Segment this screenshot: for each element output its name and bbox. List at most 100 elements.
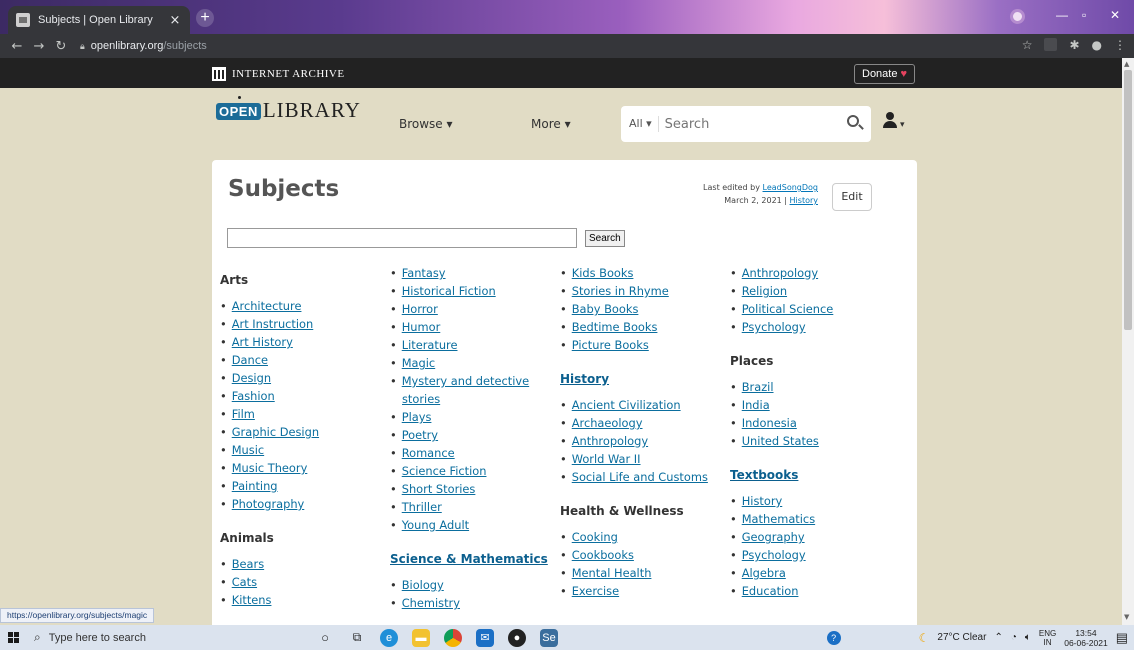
subject-link[interactable]: Algebra xyxy=(742,566,786,580)
subject-link[interactable]: Biology xyxy=(402,578,444,592)
subject-link[interactable]: Education xyxy=(742,584,799,598)
subject-link[interactable]: Stories in Rhyme xyxy=(572,284,669,298)
weather-text[interactable]: 27°C Clear xyxy=(937,632,986,643)
subject-link[interactable]: United States xyxy=(742,434,819,448)
subject-link[interactable]: Literature xyxy=(402,338,458,352)
taskbar-search[interactable]: ⌕ Type here to search xyxy=(26,625,286,650)
section-heading[interactable]: Textbooks xyxy=(730,468,833,482)
browse-menu[interactable]: Browse ▾ xyxy=(399,117,453,131)
chrome-icon[interactable] xyxy=(444,628,462,647)
subject-link[interactable]: Painting xyxy=(232,479,278,493)
section-heading[interactable]: History xyxy=(560,372,708,386)
subject-link[interactable]: History xyxy=(742,494,783,508)
search-input[interactable] xyxy=(658,116,839,132)
subject-link[interactable]: Brazil xyxy=(742,380,774,394)
subject-link[interactable]: Film xyxy=(232,407,255,421)
forward-icon[interactable]: → xyxy=(28,39,50,54)
subject-link[interactable]: Dance xyxy=(232,353,268,367)
subject-link[interactable]: Picture Books xyxy=(572,338,649,352)
section-heading[interactable]: Science & Mathematics xyxy=(390,552,548,566)
subject-link[interactable]: India xyxy=(742,398,770,412)
search-scope-select[interactable]: All ▾ xyxy=(621,116,659,132)
back-icon[interactable]: ← xyxy=(6,39,28,54)
subject-link[interactable]: Magic xyxy=(402,356,435,370)
open-library-logo[interactable]: OPEN LIBRARY xyxy=(216,96,361,121)
subject-link[interactable]: Science Fiction xyxy=(402,464,487,478)
subject-link[interactable]: Psychology xyxy=(742,320,806,334)
file-explorer-icon[interactable]: ▬ xyxy=(412,628,430,647)
edit-button[interactable]: Edit xyxy=(832,183,872,211)
subject-link[interactable]: Music Theory xyxy=(232,461,308,475)
subject-link[interactable]: Kids Books xyxy=(572,266,634,280)
browser-menu-icon[interactable]: ⋮ xyxy=(1114,38,1126,52)
subject-link[interactable]: Chemistry xyxy=(402,596,460,610)
language-indicator[interactable]: ENG IN xyxy=(1039,629,1056,647)
subject-link[interactable]: Fantasy xyxy=(402,266,446,280)
network-icon[interactable]: ◔ xyxy=(1011,632,1017,643)
subject-link[interactable]: Social Life and Customs xyxy=(572,470,708,484)
subject-link[interactable]: Thriller xyxy=(402,500,442,514)
subject-link[interactable]: Anthropology xyxy=(572,434,648,448)
scroll-down-icon[interactable]: ▼ xyxy=(1124,613,1129,621)
subject-link[interactable]: World War II xyxy=(572,452,641,466)
edge-icon[interactable]: e xyxy=(380,628,398,647)
cortana-icon[interactable]: ○ xyxy=(316,629,334,647)
subject-link[interactable]: Psychology xyxy=(742,548,806,562)
extension-avatar-icon[interactable]: ● xyxy=(1092,38,1102,52)
history-link[interactable]: History xyxy=(790,196,818,205)
subject-link[interactable]: Bedtime Books xyxy=(572,320,658,334)
subject-link[interactable]: Political Science xyxy=(742,302,834,316)
subject-link[interactable]: Short Stories xyxy=(402,482,476,496)
task-view-icon[interactable]: ⧉ xyxy=(348,629,366,647)
selenium-icon[interactable]: Se xyxy=(540,628,558,647)
subject-link[interactable]: Plays xyxy=(402,410,432,424)
subject-link[interactable]: Historical Fiction xyxy=(402,284,496,298)
subject-link[interactable]: Bears xyxy=(232,557,264,571)
subject-link[interactable]: Mathematics xyxy=(742,512,815,526)
more-menu[interactable]: More ▾ xyxy=(531,117,571,131)
page-scrollbar[interactable]: ▲ ▼ xyxy=(1122,58,1134,625)
subject-link[interactable]: Architecture xyxy=(232,299,302,313)
new-tab-button[interactable]: + xyxy=(196,9,214,27)
subject-search-button[interactable]: Search xyxy=(585,230,625,247)
subject-link[interactable]: Baby Books xyxy=(572,302,639,316)
subject-link[interactable]: Indonesia xyxy=(742,416,797,430)
subject-link[interactable]: Music xyxy=(232,443,264,457)
subject-link[interactable]: Photography xyxy=(232,497,305,511)
subject-search-input[interactable] xyxy=(227,228,577,248)
notification-icon[interactable]: ▤ xyxy=(1116,630,1128,646)
subject-link[interactable]: Cooking xyxy=(572,530,618,544)
app-circle-icon[interactable]: ● xyxy=(508,628,526,647)
subject-link[interactable]: Cats xyxy=(232,575,257,589)
donate-button[interactable]: Donate ♥ xyxy=(854,64,916,84)
window-close-icon[interactable]: ✕ xyxy=(1110,8,1120,22)
subject-link[interactable]: Design xyxy=(232,371,271,385)
bookmark-star-icon[interactable]: ☆ xyxy=(1022,38,1033,52)
subject-link[interactable]: Art Instruction xyxy=(232,317,314,331)
subject-link[interactable]: Geography xyxy=(742,530,805,544)
subject-link[interactable]: Romance xyxy=(402,446,455,460)
extension-icon[interactable] xyxy=(1044,38,1058,51)
extensions-puzzle-icon[interactable]: ✱ xyxy=(1069,38,1079,52)
subject-link[interactable]: Anthropology xyxy=(742,266,818,280)
subject-link[interactable]: Cookbooks xyxy=(572,548,634,562)
subject-link[interactable]: Fashion xyxy=(232,389,275,403)
subject-link[interactable]: Humor xyxy=(402,320,441,334)
browser-tab[interactable]: Subjects | Open Library × xyxy=(8,6,190,34)
subject-link[interactable]: Religion xyxy=(742,284,787,298)
help-icon[interactable]: ? xyxy=(826,630,841,645)
search-icon[interactable] xyxy=(847,115,859,127)
maximize-icon[interactable]: ▫ xyxy=(1082,8,1086,22)
subject-link[interactable]: stories xyxy=(402,392,440,406)
scroll-up-icon[interactable]: ▲ xyxy=(1124,60,1129,68)
windows-start-icon[interactable] xyxy=(0,632,26,643)
edited-by-link[interactable]: LeadSongDog xyxy=(763,183,818,192)
tray-chevron-icon[interactable]: ⌃ xyxy=(994,632,1002,643)
user-avatar-icon[interactable] xyxy=(883,112,897,128)
tab-close-icon[interactable]: × xyxy=(168,13,182,28)
profile-icon[interactable] xyxy=(1010,9,1025,24)
subject-link[interactable]: Ancient Civilization xyxy=(572,398,681,412)
subject-link[interactable]: Kittens xyxy=(232,593,272,607)
subject-link[interactable]: Exercise xyxy=(572,584,619,598)
subject-link[interactable]: Horror xyxy=(402,302,438,316)
